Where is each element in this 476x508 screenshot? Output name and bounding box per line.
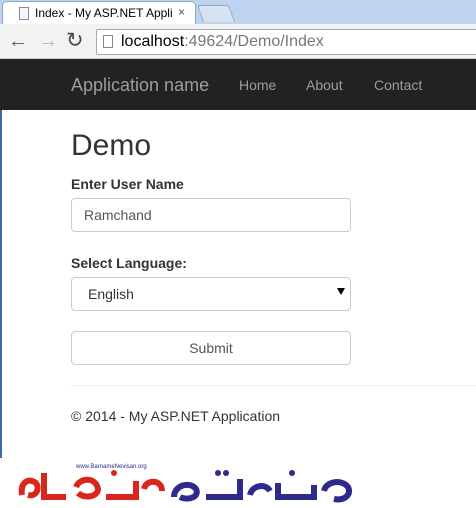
language-label: Select Language:: [71, 255, 187, 271]
nav-link-home[interactable]: Home: [239, 77, 276, 93]
browser-toolbar: ← → ↻ localhost:49624/Demo/Index: [0, 24, 476, 59]
reload-icon[interactable]: ↻: [66, 29, 84, 53]
language-select[interactable]: English: [71, 277, 351, 311]
url-host: localhost: [121, 33, 185, 50]
window-edge: [0, 110, 2, 458]
submit-button[interactable]: Submit: [71, 331, 351, 365]
username-label: Enter User Name: [71, 176, 184, 192]
logo-url-text: www.BarnameNevisan.org: [75, 464, 147, 470]
url-path: :49624/Demo/Index: [184, 33, 324, 50]
tab-title: Index - My ASP.NET Appli: [35, 6, 173, 20]
footer-divider: [71, 385, 476, 386]
url-text: localhost:49624/Demo/Index: [121, 33, 324, 51]
brand-link[interactable]: Application name: [71, 75, 209, 96]
address-bar[interactable]: localhost:49624/Demo/Index: [96, 29, 476, 55]
username-input[interactable]: [71, 198, 351, 232]
back-arrow-icon[interactable]: ←: [8, 29, 28, 53]
footer-text: © 2014 - My ASP.NET Application: [71, 408, 281, 424]
close-tab-icon[interactable]: ×: [178, 5, 185, 19]
site-navbar: Application name Home About Contact: [0, 59, 476, 110]
barnamenevisan-logo: www.BarnameNevisan.org: [18, 464, 352, 503]
browser-tab[interactable]: Index - My ASP.NET Appli ×: [2, 1, 196, 25]
page-icon: [103, 35, 113, 48]
page-icon: [19, 7, 29, 20]
new-tab-button[interactable]: [196, 5, 236, 22]
page-title: Demo: [71, 129, 152, 162]
browser-tab-bar: Index - My ASP.NET Appli ×: [0, 0, 476, 25]
dropdown-arrow-icon: [337, 288, 345, 295]
nav-link-about[interactable]: About: [306, 77, 343, 93]
language-selected-value: English: [88, 286, 134, 302]
forward-arrow-icon[interactable]: →: [38, 29, 58, 53]
nav-link-contact[interactable]: Contact: [374, 77, 422, 93]
